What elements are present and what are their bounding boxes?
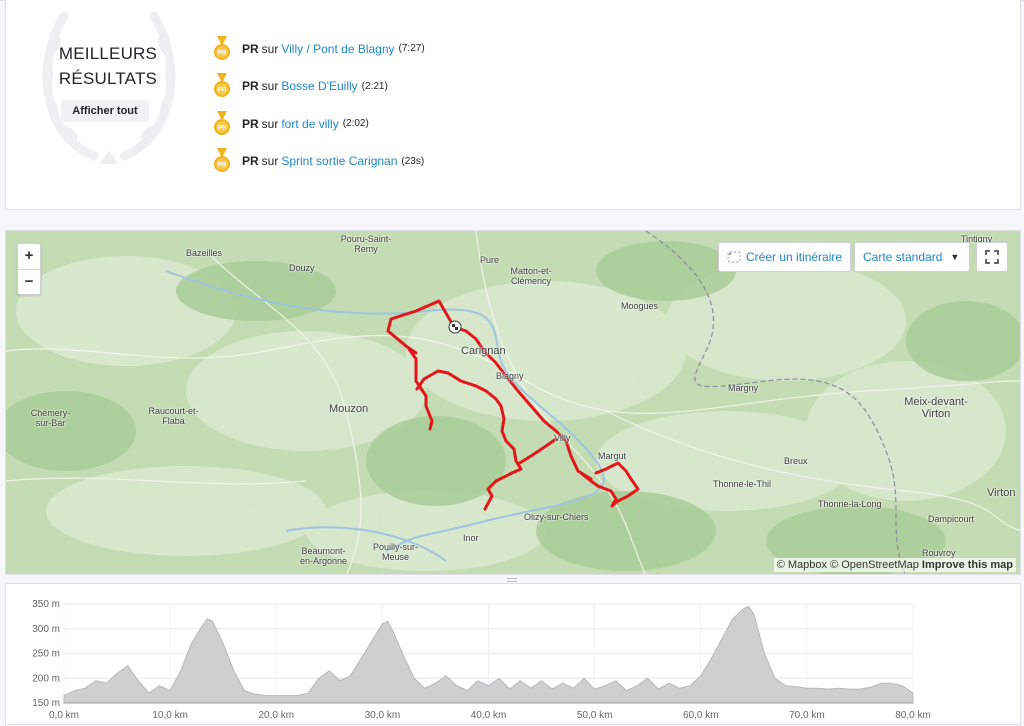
map-style-dropdown[interactable]: Carte standard ▼: [854, 242, 970, 272]
pr-badge-text: PR: [242, 116, 259, 131]
place-label: Pure: [480, 255, 500, 265]
x-tick-label: 40,0 km: [471, 710, 507, 721]
place-label: Virton: [987, 487, 1016, 499]
pr-item: PR PR sur Bosse D'Euilly (2:21): [212, 68, 425, 106]
x-tick-label: 60,0 km: [683, 710, 719, 721]
pr-medal-icon: PR: [214, 73, 230, 98]
place-label: Breux: [784, 456, 808, 466]
segment-link[interactable]: Sprint sortie Carignan: [281, 154, 397, 168]
place-label: Margny: [728, 383, 759, 393]
pr-time: (2:21): [361, 80, 388, 92]
y-tick-label: 350 m: [32, 599, 60, 610]
segment-link[interactable]: fort de villy: [281, 117, 338, 131]
elevation-chart: 350 m 300 m 250 m 200 m 150 m0,0 km 10,0 km 20…: [32, 599, 931, 721]
pr-prefix: sur: [261, 154, 279, 169]
pr-badge-text: PR: [242, 41, 259, 56]
zoom-out-button[interactable]: −: [18, 269, 40, 294]
x-tick-label: 50,0 km: [577, 710, 613, 721]
map-attribution: © Mapbox © OpenStreetMap Improve this ma…: [773, 558, 1016, 572]
pr-time: (7:27): [398, 43, 425, 55]
place-label: Thonne-le-Thil: [713, 479, 772, 489]
place-label: Raucourt-et-Flaba: [148, 406, 199, 426]
place-label: Moogues: [621, 301, 659, 311]
pr-prefix: sur: [261, 79, 279, 94]
map-style-label: Carte standard: [863, 250, 943, 264]
y-tick-label: 150 m: [32, 698, 60, 709]
zoom-control: + −: [17, 243, 41, 295]
place-label: Dampicourt: [928, 514, 975, 524]
caret-down-icon: ▼: [950, 252, 960, 262]
place-label: Margut: [598, 451, 627, 461]
create-route-button[interactable]: Créer un itinéraire: [718, 242, 851, 272]
pr-time: (23s): [401, 155, 425, 167]
place-label: Inor: [463, 533, 479, 543]
pr-prefix: sur: [261, 116, 279, 131]
show-all-button[interactable]: Afficher tout: [61, 100, 149, 122]
pr-medal-icon: PR: [214, 148, 230, 173]
improve-map-link[interactable]: Improve this map: [922, 559, 1013, 571]
x-tick-label: 0,0 km: [49, 710, 79, 721]
place-label: Chémery-sur-Bar: [30, 408, 71, 428]
route-icon: [727, 251, 741, 263]
pr-medal-icon: PR: [214, 35, 230, 60]
pr-badge-text: PR: [242, 154, 259, 169]
zoom-in-button[interactable]: +: [18, 244, 40, 269]
place-label: Matton-et-Clémency: [510, 266, 552, 286]
x-tick-label: 10,0 km: [152, 710, 188, 721]
x-tick-label: 30,0 km: [365, 710, 401, 721]
place-label: Rouvroy: [922, 548, 956, 558]
best-results-card: MEILLEURS RÉSULTATS Afficher tout PR PR …: [5, 0, 1021, 210]
place-label: Pouilly-sur-Meuse: [372, 542, 418, 562]
segment-link[interactable]: Bosse D'Euilly: [281, 79, 357, 93]
place-label: Carignan: [461, 345, 506, 357]
start-finish-flag-icon: [448, 320, 462, 334]
fullscreen-button[interactable]: [976, 242, 1008, 272]
create-route-label: Créer un itinéraire: [746, 250, 843, 264]
attribution-text: © Mapbox © OpenStreetMap: [776, 559, 919, 571]
segment-link[interactable]: Villy / Pont de Blagny: [281, 42, 394, 56]
pr-item: PR PR sur Sprint sortie Carignan (23s): [212, 143, 425, 181]
elevation-profile[interactable]: 350 m 300 m 250 m 200 m 150 m 0,0 km 10,0 km 20…: [5, 583, 1021, 725]
svg-text:PR: PR: [218, 50, 227, 56]
y-tick-label: 250 m: [32, 649, 60, 660]
svg-text:PR: PR: [218, 163, 227, 169]
pr-item: PR PR sur Villy / Pont de Blagny (7:27): [212, 30, 425, 68]
y-tick-label: 200 m: [32, 673, 60, 684]
place-label: Villy: [554, 433, 571, 443]
pr-item: PR PR sur fort de villy (2:02): [212, 105, 425, 143]
place-label: Douzy: [289, 263, 315, 273]
place-label: Pouru-Saint-Remy: [340, 234, 392, 254]
pr-list: PR PR sur Villy / Pont de Blagny (7:27) …: [212, 30, 425, 180]
place-label: Olizy-sur-Chiers: [524, 512, 589, 522]
x-tick-label: 80,0 km: [895, 710, 931, 721]
pr-prefix: sur: [261, 41, 279, 56]
pr-medal-icon: PR: [214, 110, 230, 135]
place-label: Thonne-la-Long: [818, 499, 882, 509]
svg-text:PR: PR: [218, 125, 227, 131]
x-tick-label: 20,0 km: [258, 710, 294, 721]
place-label: Bazeilles: [186, 248, 223, 258]
best-results-title: MEILLEURS RÉSULTATS: [58, 44, 158, 88]
place-label: Meix-devant-Virton: [904, 396, 968, 420]
place-label: Beaumont-en-Argonne: [299, 546, 348, 566]
resize-handle[interactable]: [507, 578, 517, 582]
route-map[interactable]: Tintigny Pouru-Saint-Remy Bazeilles Douz…: [5, 230, 1021, 575]
expand-icon: [985, 250, 999, 264]
svg-text:PR: PR: [218, 88, 227, 94]
pr-badge-text: PR: [242, 79, 259, 94]
place-label: Mouzon: [329, 403, 369, 415]
y-tick-label: 300 m: [32, 624, 60, 635]
pr-time: (2:02): [342, 118, 369, 130]
place-label: Blagny: [496, 371, 524, 381]
x-tick-label: 70,0 km: [789, 710, 825, 721]
